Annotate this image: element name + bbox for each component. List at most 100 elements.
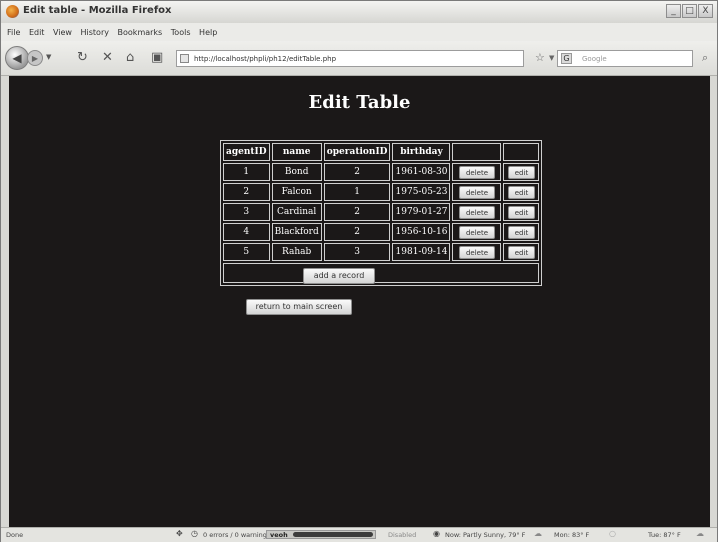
cell-operationid: 2 bbox=[323, 163, 391, 181]
cell-delete: delete bbox=[452, 243, 502, 261]
navigation-toolbar: ◀ ▶ ▼ ↻ ✕ ⌂ ▣ http://localhost/phpli/ph1… bbox=[1, 41, 717, 76]
page-title: Edit Table bbox=[308, 92, 411, 113]
edit-button[interactable]: edit bbox=[507, 225, 536, 239]
window-title: Edit table - Mozilla Firefox bbox=[23, 5, 172, 16]
error-count-text[interactable]: 0 errors / 0 warnings bbox=[203, 531, 270, 539]
weather-tuesday-text[interactable]: Tue: 87° F bbox=[648, 531, 681, 539]
status-text: Done bbox=[6, 531, 24, 539]
maximize-button[interactable]: □ bbox=[682, 4, 697, 18]
column-header-edit bbox=[503, 143, 540, 161]
stop-icon[interactable]: ✕ bbox=[102, 50, 113, 66]
page-content: Edit Table agentID name operationID birt… bbox=[9, 76, 710, 527]
browser-window: Edit table - Mozilla Firefox _ □ X File … bbox=[0, 0, 718, 542]
cell-name: Falcon bbox=[271, 183, 322, 201]
menu-bar: File Edit View History Bookmarks Tools H… bbox=[1, 23, 717, 41]
cell-birthday: 1961-08-30 bbox=[392, 163, 451, 181]
minimize-button[interactable]: _ bbox=[666, 4, 681, 18]
cloud-icon: ☁ bbox=[534, 529, 542, 538]
back-arrow-icon: ◀ bbox=[12, 51, 22, 65]
menu-view[interactable]: View bbox=[53, 28, 72, 37]
delete-button[interactable]: delete bbox=[458, 165, 496, 179]
delete-button[interactable]: delete bbox=[458, 245, 496, 259]
error-console-icon[interactable]: ◷ bbox=[191, 529, 198, 538]
cloud-icon: ☁ bbox=[696, 529, 704, 538]
cell-operationid: 2 bbox=[323, 203, 391, 221]
add-record-button[interactable]: add a record bbox=[303, 268, 375, 284]
cell-agentid: 2 bbox=[223, 183, 270, 201]
forward-button[interactable]: ▶ bbox=[27, 50, 43, 66]
search-box[interactable]: G Google bbox=[557, 50, 693, 67]
cell-birthday: 1975-05-23 bbox=[392, 183, 451, 201]
address-bar[interactable]: http://localhost/phpli/ph12/editTable.ph… bbox=[176, 50, 524, 67]
edit-button[interactable]: edit bbox=[507, 245, 536, 259]
history-dropdown-icon[interactable]: ▼ bbox=[46, 53, 51, 61]
cell-edit: edit bbox=[503, 183, 540, 201]
star-icon[interactable]: ☆ bbox=[535, 51, 545, 64]
edit-button[interactable]: edit bbox=[507, 185, 536, 199]
table-row: 4 Blackford 2 1956-10-16 delete edit bbox=[223, 223, 540, 241]
table-footer-row bbox=[223, 263, 540, 283]
bookmark-page-icon[interactable]: ▣ bbox=[151, 50, 163, 66]
addon-puzzle-icon[interactable]: ✥ bbox=[176, 529, 183, 538]
cell-operationid: 1 bbox=[323, 183, 391, 201]
table-row: 1 Bond 2 1961-08-30 delete edit bbox=[223, 163, 540, 181]
table-header-row: agentID name operationID birthday bbox=[223, 143, 540, 161]
search-engine-icon[interactable]: G bbox=[561, 53, 572, 64]
cell-agentid: 3 bbox=[223, 203, 270, 221]
add-record-cell bbox=[223, 263, 540, 283]
column-header-agentid: agentID bbox=[223, 143, 270, 161]
cell-operationid: 2 bbox=[323, 223, 391, 241]
firefox-icon bbox=[6, 5, 19, 18]
cell-agentid: 4 bbox=[223, 223, 270, 241]
close-button[interactable]: X bbox=[698, 4, 713, 18]
cell-name: Cardinal bbox=[271, 203, 322, 221]
cell-delete: delete bbox=[452, 223, 502, 241]
veoh-progress-icon bbox=[293, 532, 373, 537]
cell-delete: delete bbox=[452, 163, 502, 181]
column-header-birthday: birthday bbox=[392, 143, 451, 161]
menu-bookmarks[interactable]: Bookmarks bbox=[118, 28, 163, 37]
search-icon[interactable]: ⌕ bbox=[702, 51, 708, 65]
cell-agentid: 5 bbox=[223, 243, 270, 261]
table-row: 2 Falcon 1 1975-05-23 delete edit bbox=[223, 183, 540, 201]
url-dropdown-icon[interactable]: ▼ bbox=[549, 54, 554, 62]
veoh-label: veoh bbox=[270, 531, 288, 539]
cell-name: Rahab bbox=[271, 243, 322, 261]
reload-icon[interactable]: ↻ bbox=[77, 50, 88, 66]
delete-button[interactable]: delete bbox=[458, 225, 496, 239]
cell-birthday: 1979-01-27 bbox=[392, 203, 451, 221]
cell-birthday: 1981-09-14 bbox=[392, 243, 451, 261]
back-button[interactable]: ◀ bbox=[5, 46, 29, 70]
return-main-button[interactable]: return to main screen bbox=[246, 299, 352, 315]
menu-history[interactable]: History bbox=[81, 28, 109, 37]
menu-help[interactable]: Help bbox=[199, 28, 217, 37]
cell-delete: delete bbox=[452, 183, 502, 201]
edit-button[interactable]: edit bbox=[507, 165, 536, 179]
status-bar: Done ✥ ◷ 0 errors / 0 warnings veoh Disa… bbox=[1, 527, 717, 542]
weather-globe-icon: ◉ bbox=[433, 529, 440, 538]
cell-edit: edit bbox=[503, 203, 540, 221]
cell-birthday: 1956-10-16 bbox=[392, 223, 451, 241]
menu-file[interactable]: File bbox=[7, 28, 20, 37]
window-controls: _ □ X bbox=[666, 4, 713, 18]
weather-now-text[interactable]: Now: Partly Sunny, 79° F bbox=[445, 531, 525, 539]
cell-edit: edit bbox=[503, 163, 540, 181]
menu-edit[interactable]: Edit bbox=[29, 28, 45, 37]
search-placeholder: Google bbox=[582, 55, 607, 63]
delete-button[interactable]: delete bbox=[458, 185, 496, 199]
cell-delete: delete bbox=[452, 203, 502, 221]
records-table: agentID name operationID birthday 1 Bond… bbox=[220, 140, 543, 286]
sun-icon: ○ bbox=[609, 529, 616, 538]
column-header-name: name bbox=[271, 143, 322, 161]
cell-edit: edit bbox=[503, 243, 540, 261]
edit-button[interactable]: edit bbox=[507, 205, 536, 219]
page-favicon bbox=[180, 54, 189, 63]
title-bar: Edit table - Mozilla Firefox _ □ X bbox=[1, 1, 717, 24]
delete-button[interactable]: delete bbox=[458, 205, 496, 219]
cell-agentid: 1 bbox=[223, 163, 270, 181]
menu-tools[interactable]: Tools bbox=[171, 28, 191, 37]
table-row: 5 Rahab 3 1981-09-14 delete edit bbox=[223, 243, 540, 261]
veoh-addon[interactable]: veoh bbox=[266, 530, 376, 539]
home-icon[interactable]: ⌂ bbox=[126, 50, 134, 66]
weather-monday-text[interactable]: Mon: 83° F bbox=[554, 531, 589, 539]
